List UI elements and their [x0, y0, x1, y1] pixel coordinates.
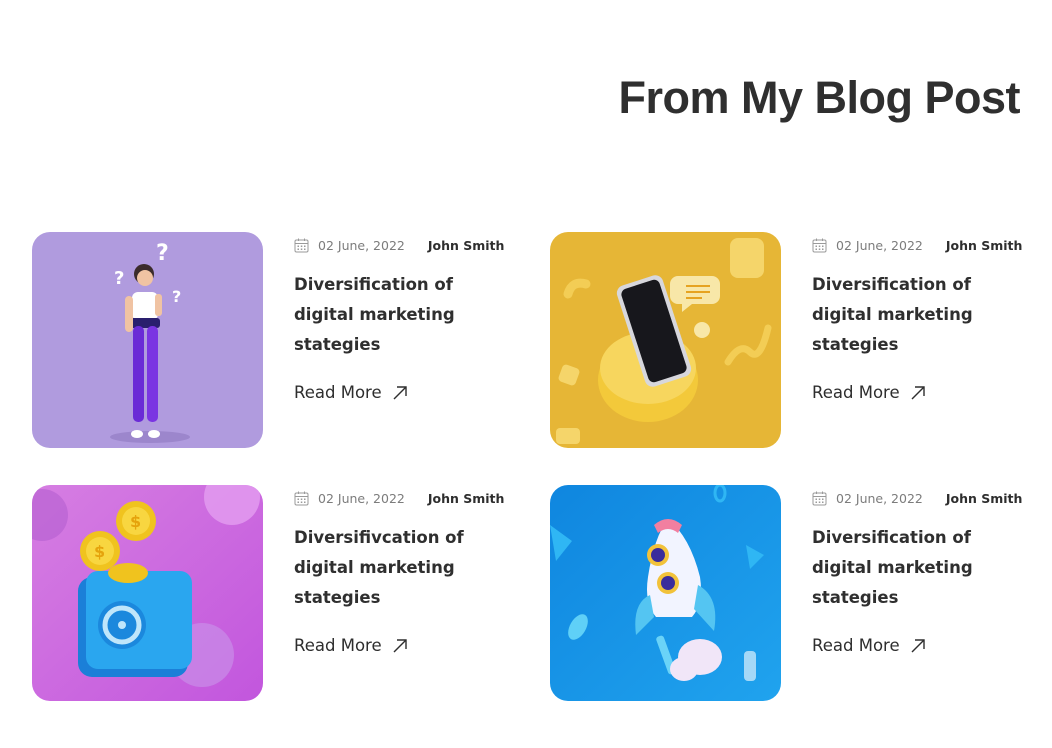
post-date: 02 June, 2022 [836, 237, 923, 253]
post-title[interactable]: Diversification of digital marketing sta… [812, 270, 1034, 360]
read-more-label: Read More [812, 636, 900, 655]
read-more-link[interactable]: Read More [294, 636, 408, 655]
calendar-icon [812, 238, 827, 252]
post-author[interactable]: John Smith [428, 491, 505, 506]
blog-card: ? ? ? 02 June, 2022 John Smith Diversifi… [32, 232, 522, 448]
read-more-label: Read More [812, 383, 900, 402]
arrow-up-right-icon [911, 638, 925, 652]
read-more-label: Read More [294, 383, 382, 402]
arrow-up-right-icon [393, 638, 407, 652]
section-title: From My Blog Post [618, 72, 1020, 123]
blog-card: $ $ 02 June, 2022 John Smith Diversifivc… [32, 485, 522, 701]
calendar-icon [294, 491, 309, 505]
post-image-smartphone[interactable] [550, 232, 781, 448]
arrow-up-right-icon [911, 385, 925, 399]
post-author[interactable]: John Smith [946, 491, 1023, 506]
post-meta: 02 June, 2022 John Smith [812, 489, 1022, 507]
post-info: 02 June, 2022 John Smith Diversifivcatio… [294, 485, 522, 701]
post-author[interactable]: John Smith [946, 238, 1023, 253]
post-info: 02 June, 2022 John Smith Diversification… [812, 232, 1040, 448]
post-title[interactable]: Diversifivcation of digital marketing st… [294, 523, 516, 613]
svg-text:?: ? [172, 287, 181, 306]
post-info: 02 June, 2022 John Smith Diversification… [294, 232, 522, 448]
read-more-link[interactable]: Read More [812, 383, 926, 402]
read-more-label: Read More [294, 636, 382, 655]
post-author[interactable]: John Smith [428, 238, 505, 253]
post-date: 02 June, 2022 [318, 490, 405, 506]
post-info: 02 June, 2022 John Smith Diversification… [812, 485, 1040, 701]
svg-text:$: $ [94, 542, 105, 561]
blog-card: 02 June, 2022 John Smith Diversification… [550, 232, 1040, 448]
post-image-woman-thinking[interactable]: ? ? ? [32, 232, 263, 448]
read-more-link[interactable]: Read More [812, 636, 926, 655]
post-meta: 02 June, 2022 John Smith [294, 489, 504, 507]
post-meta: 02 June, 2022 John Smith [294, 236, 504, 254]
post-date: 02 June, 2022 [318, 237, 405, 253]
post-date: 02 June, 2022 [836, 490, 923, 506]
calendar-icon [812, 491, 827, 505]
post-image-safe-coins[interactable]: $ $ [32, 485, 263, 701]
post-title[interactable]: Diversification of digital marketing sta… [812, 523, 1034, 613]
post-title[interactable]: Diversification of digital marketing sta… [294, 270, 516, 360]
calendar-icon [294, 238, 309, 252]
svg-text:?: ? [114, 268, 124, 289]
read-more-link[interactable]: Read More [294, 383, 408, 402]
blog-card: 02 June, 2022 John Smith Diversification… [550, 485, 1040, 701]
post-image-rocket[interactable] [550, 485, 781, 701]
svg-text:?: ? [156, 241, 169, 266]
svg-text:$: $ [130, 512, 141, 531]
arrow-up-right-icon [393, 385, 407, 399]
post-meta: 02 June, 2022 John Smith [812, 236, 1022, 254]
